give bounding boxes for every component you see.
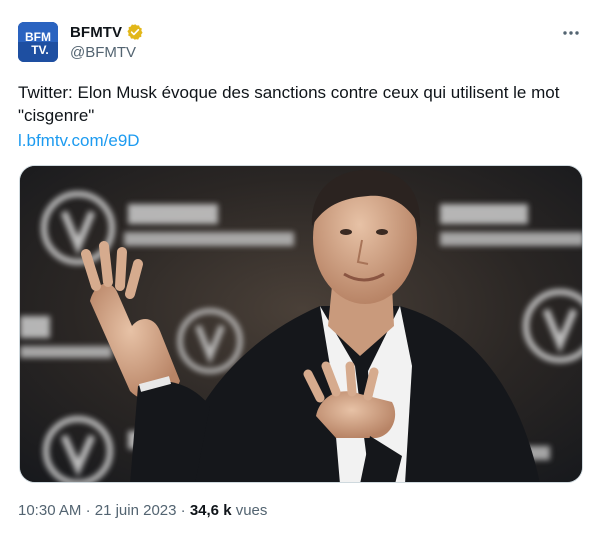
- tweet-meta: 10:30 AM · 21 juin 2023 · 34,6 k vues: [18, 502, 267, 519]
- views-label: vues: [235, 502, 268, 519]
- tweet-link[interactable]: l.bfmtv.com/e9D: [18, 130, 140, 152]
- more-horizontal-icon[interactable]: [560, 24, 582, 42]
- avatar-text-line1: BFM: [25, 30, 51, 44]
- meta-separator: ·: [85, 502, 91, 519]
- meta-separator-2: ·: [180, 502, 186, 519]
- bfmtv-logo: BFM TV.: [18, 22, 58, 62]
- tweet-time[interactable]: 10:30 AM: [18, 502, 81, 519]
- avatar[interactable]: BFM TV.: [18, 22, 58, 62]
- tweet-text: Twitter: Elon Musk évoque des sanctions …: [18, 83, 560, 125]
- handle[interactable]: @BFMTV: [70, 44, 144, 61]
- tweet-card: BFM TV. BFMTV @BFMTV Twitter: Elon Musk …: [0, 0, 600, 536]
- verified-badge-icon[interactable]: [126, 23, 144, 41]
- tweet-date[interactable]: 21 juin 2023: [95, 502, 177, 519]
- avatar-text-line2: TV.: [31, 43, 49, 57]
- photo-image: [20, 166, 582, 482]
- author-info: BFMTV @BFMTV: [70, 22, 144, 61]
- tweet-media[interactable]: [19, 165, 583, 483]
- views-count[interactable]: 34,6 k: [190, 502, 232, 519]
- display-name[interactable]: BFMTV: [70, 24, 122, 41]
